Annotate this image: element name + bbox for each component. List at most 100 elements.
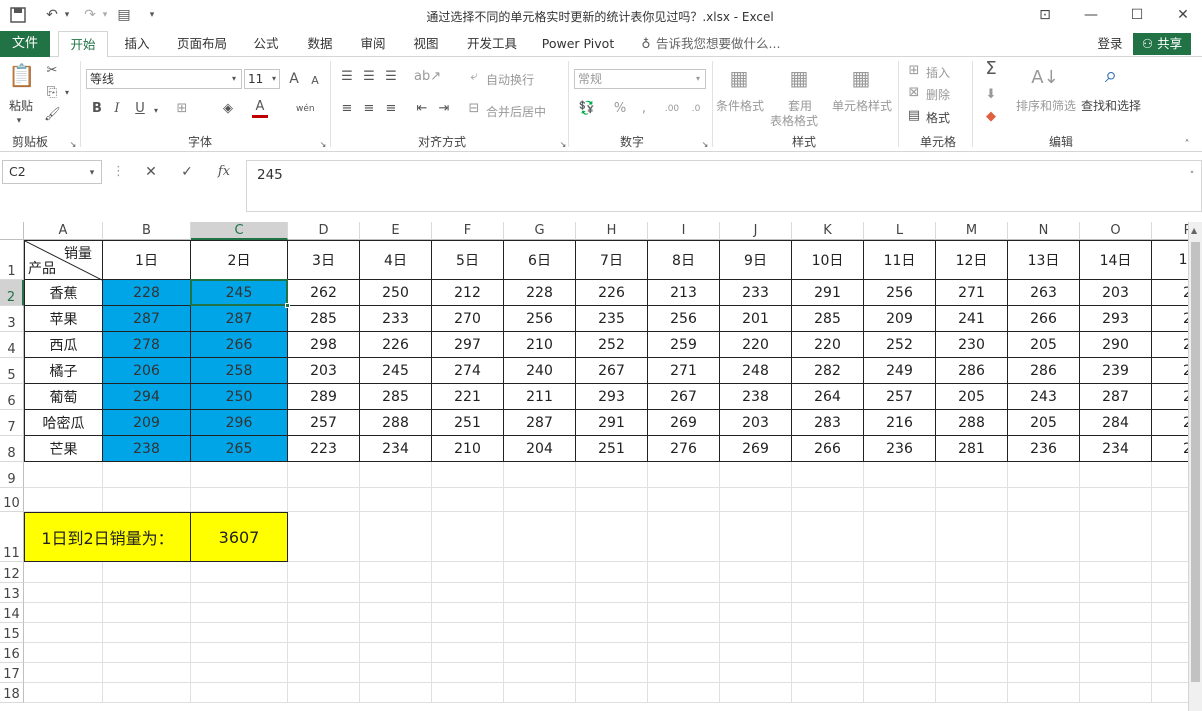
cell[interactable] [360, 512, 432, 562]
cell[interactable] [864, 663, 936, 683]
formula-input[interactable]: 245 [246, 160, 1202, 212]
cell[interactable] [103, 462, 191, 488]
cell[interactable] [1080, 643, 1152, 663]
cell[interactable] [576, 583, 648, 603]
sales-value-cell[interactable]: 212 [432, 280, 504, 306]
underline-button[interactable]: U [133, 101, 147, 117]
comma-style-icon[interactable]: , [636, 101, 652, 117]
sales-value-cell[interactable]: 203 [1080, 280, 1152, 306]
cell[interactable] [1008, 512, 1080, 562]
sales-value-cell[interactable]: 221 [432, 384, 504, 410]
sales-value-cell[interactable]: 252 [864, 332, 936, 358]
cell[interactable] [864, 623, 936, 643]
cell[interactable] [432, 583, 504, 603]
row-header-11[interactable]: 11 [0, 512, 24, 562]
cell[interactable] [1152, 663, 1190, 683]
cell[interactable] [432, 623, 504, 643]
sales-value-cell[interactable]: 264 [792, 384, 864, 410]
cell[interactable] [936, 663, 1008, 683]
cell[interactable] [1008, 583, 1080, 603]
sales-value-cell[interactable]: 250 [191, 384, 288, 410]
day-header[interactable]: 12日 [936, 240, 1008, 280]
product-name-cell[interactable]: 西瓜 [24, 332, 103, 358]
cancel-entry-icon[interactable]: ✕ [142, 164, 160, 180]
row-header-3[interactable]: 3 [0, 306, 24, 332]
sales-value-cell[interactable]: 291 [576, 410, 648, 436]
italic-button[interactable]: I [110, 101, 124, 117]
cell[interactable] [864, 603, 936, 623]
cell[interactable] [103, 562, 191, 583]
conditional-formatting-icon[interactable]: ▦ [724, 63, 754, 93]
cell[interactable] [504, 462, 576, 488]
cell[interactable] [792, 663, 864, 683]
row-header-1[interactable]: 1 [0, 240, 24, 280]
sales-value-cell[interactable]: 298 [288, 332, 360, 358]
sales-value-cell[interactable]: 257 [864, 384, 936, 410]
cell[interactable] [504, 603, 576, 623]
tab-file[interactable]: 文件 [0, 31, 50, 57]
decrease-indent-icon[interactable]: ⇤ [414, 101, 430, 117]
tab-insert[interactable]: 插入 [118, 31, 156, 57]
cell[interactable] [864, 462, 936, 488]
cell[interactable] [191, 462, 288, 488]
cell[interactable] [24, 623, 103, 643]
cell[interactable] [103, 663, 191, 683]
sales-value-cell[interactable]: 285 [360, 384, 432, 410]
cell[interactable] [720, 583, 792, 603]
sales-value-cell[interactable]: 245 [191, 280, 288, 306]
font-name-select[interactable]: 等线 [86, 69, 242, 89]
column-header-i[interactable]: I [648, 222, 720, 240]
sales-value-cell[interactable]: 230 [936, 332, 1008, 358]
cell[interactable] [1152, 562, 1190, 583]
cell[interactable] [103, 603, 191, 623]
cell[interactable] [720, 603, 792, 623]
column-header-h[interactable]: H [576, 222, 648, 240]
summary-value-cell[interactable]: 3607 [191, 512, 288, 562]
row-header-18[interactable]: 18 [0, 683, 24, 703]
product-name-cell[interactable]: 香蕉 [24, 280, 103, 306]
insert-function-icon[interactable]: fx [214, 164, 234, 180]
cell[interactable] [576, 512, 648, 562]
increase-indent-icon[interactable]: ⇥ [436, 101, 452, 117]
sales-value-cell[interactable]: 257 [288, 410, 360, 436]
cell[interactable] [1080, 603, 1152, 623]
borders-icon[interactable]: ⊞ [174, 101, 190, 117]
sales-value-cell[interactable]: 2 [1152, 410, 1190, 436]
sales-value-cell[interactable]: 241 [936, 306, 1008, 332]
product-name-cell[interactable]: 葡萄 [24, 384, 103, 410]
bold-button[interactable]: B [90, 101, 104, 117]
sales-value-cell[interactable]: 213 [648, 280, 720, 306]
column-header-o[interactable]: O [1080, 222, 1152, 240]
row-header-14[interactable]: 14 [0, 603, 24, 623]
share-button[interactable]: ⚇ 共享 [1133, 33, 1191, 55]
fill-handle[interactable] [285, 303, 290, 308]
day-header[interactable]: 5日 [432, 240, 504, 280]
sales-value-cell[interactable]: 226 [576, 280, 648, 306]
cell[interactable] [504, 583, 576, 603]
name-box-dropdown-icon[interactable]: ▾ [86, 165, 98, 181]
sales-value-cell[interactable]: 296 [191, 410, 288, 436]
sales-value-cell[interactable]: 249 [864, 358, 936, 384]
cell[interactable] [792, 462, 864, 488]
minimize-button[interactable]: — [1076, 4, 1106, 26]
sales-value-cell[interactable]: 271 [936, 280, 1008, 306]
clear-icon[interactable]: ◆ [982, 109, 1000, 125]
sales-value-cell[interactable]: 220 [792, 332, 864, 358]
cell[interactable] [792, 488, 864, 512]
row-header-8[interactable]: 8 [0, 436, 24, 462]
cell[interactable] [936, 512, 1008, 562]
cell[interactable] [288, 583, 360, 603]
sales-value-cell[interactable]: 285 [792, 306, 864, 332]
cell[interactable] [936, 623, 1008, 643]
cell[interactable] [792, 623, 864, 643]
merge-center-button[interactable]: 合并后居中 [486, 103, 546, 120]
sales-value-cell[interactable]: 256 [504, 306, 576, 332]
cell[interactable] [432, 512, 504, 562]
cell[interactable] [103, 623, 191, 643]
sales-value-cell[interactable]: 285 [288, 306, 360, 332]
cell[interactable] [360, 623, 432, 643]
cell[interactable] [864, 683, 936, 703]
sales-value-cell[interactable]: 266 [191, 332, 288, 358]
cell[interactable] [1152, 643, 1190, 663]
sales-value-cell[interactable]: 228 [103, 280, 191, 306]
